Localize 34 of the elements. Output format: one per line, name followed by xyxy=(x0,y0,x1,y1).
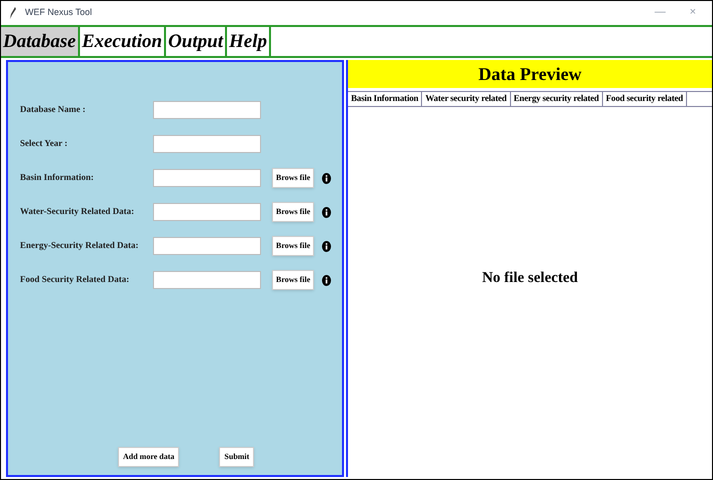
input-field[interactable] xyxy=(153,101,261,119)
feather-icon xyxy=(9,6,17,18)
input-field[interactable] xyxy=(153,169,261,187)
column-header: Energy security related xyxy=(510,92,603,106)
field-label: Database Name : xyxy=(20,103,86,116)
browse-button[interactable]: Brows file xyxy=(272,168,314,188)
menu-tab[interactable]: Execution xyxy=(80,27,166,56)
browse-button[interactable]: Brows file xyxy=(272,202,314,222)
window-title: WEF Nexus Tool xyxy=(25,6,92,19)
preview-title: Data Preview xyxy=(348,60,712,88)
menu-tab[interactable]: Output xyxy=(166,27,227,56)
field-label: Select Year : xyxy=(20,137,68,150)
input-field[interactable] xyxy=(153,271,261,289)
info-icon xyxy=(322,274,332,286)
column-header: Food security related xyxy=(602,92,687,106)
input-field[interactable] xyxy=(153,237,261,255)
menu-tab[interactable]: Database xyxy=(1,27,80,56)
info-icon xyxy=(322,172,332,184)
info-icon xyxy=(322,206,332,218)
input-field[interactable] xyxy=(153,203,261,221)
empty-message: No file selected xyxy=(482,268,578,288)
menu-tab[interactable]: Help xyxy=(226,27,271,56)
field-label: Energy-Security Related Data: xyxy=(20,239,140,252)
input-field[interactable] xyxy=(153,135,261,153)
add-data-button[interactable]: Add more data xyxy=(118,447,180,467)
info-icon xyxy=(322,240,332,252)
column-header: Basin Information xyxy=(348,92,422,106)
field-label: Food Security Related Data: xyxy=(20,273,130,286)
submit-button[interactable]: Submit xyxy=(219,447,254,467)
column-header: Water security related xyxy=(422,92,511,106)
browse-button[interactable]: Brows file xyxy=(272,236,314,256)
browse-button[interactable]: Brows file xyxy=(272,270,314,290)
field-label: Water-Security Related Data: xyxy=(20,205,136,218)
field-label: Basin Information: xyxy=(20,171,95,184)
